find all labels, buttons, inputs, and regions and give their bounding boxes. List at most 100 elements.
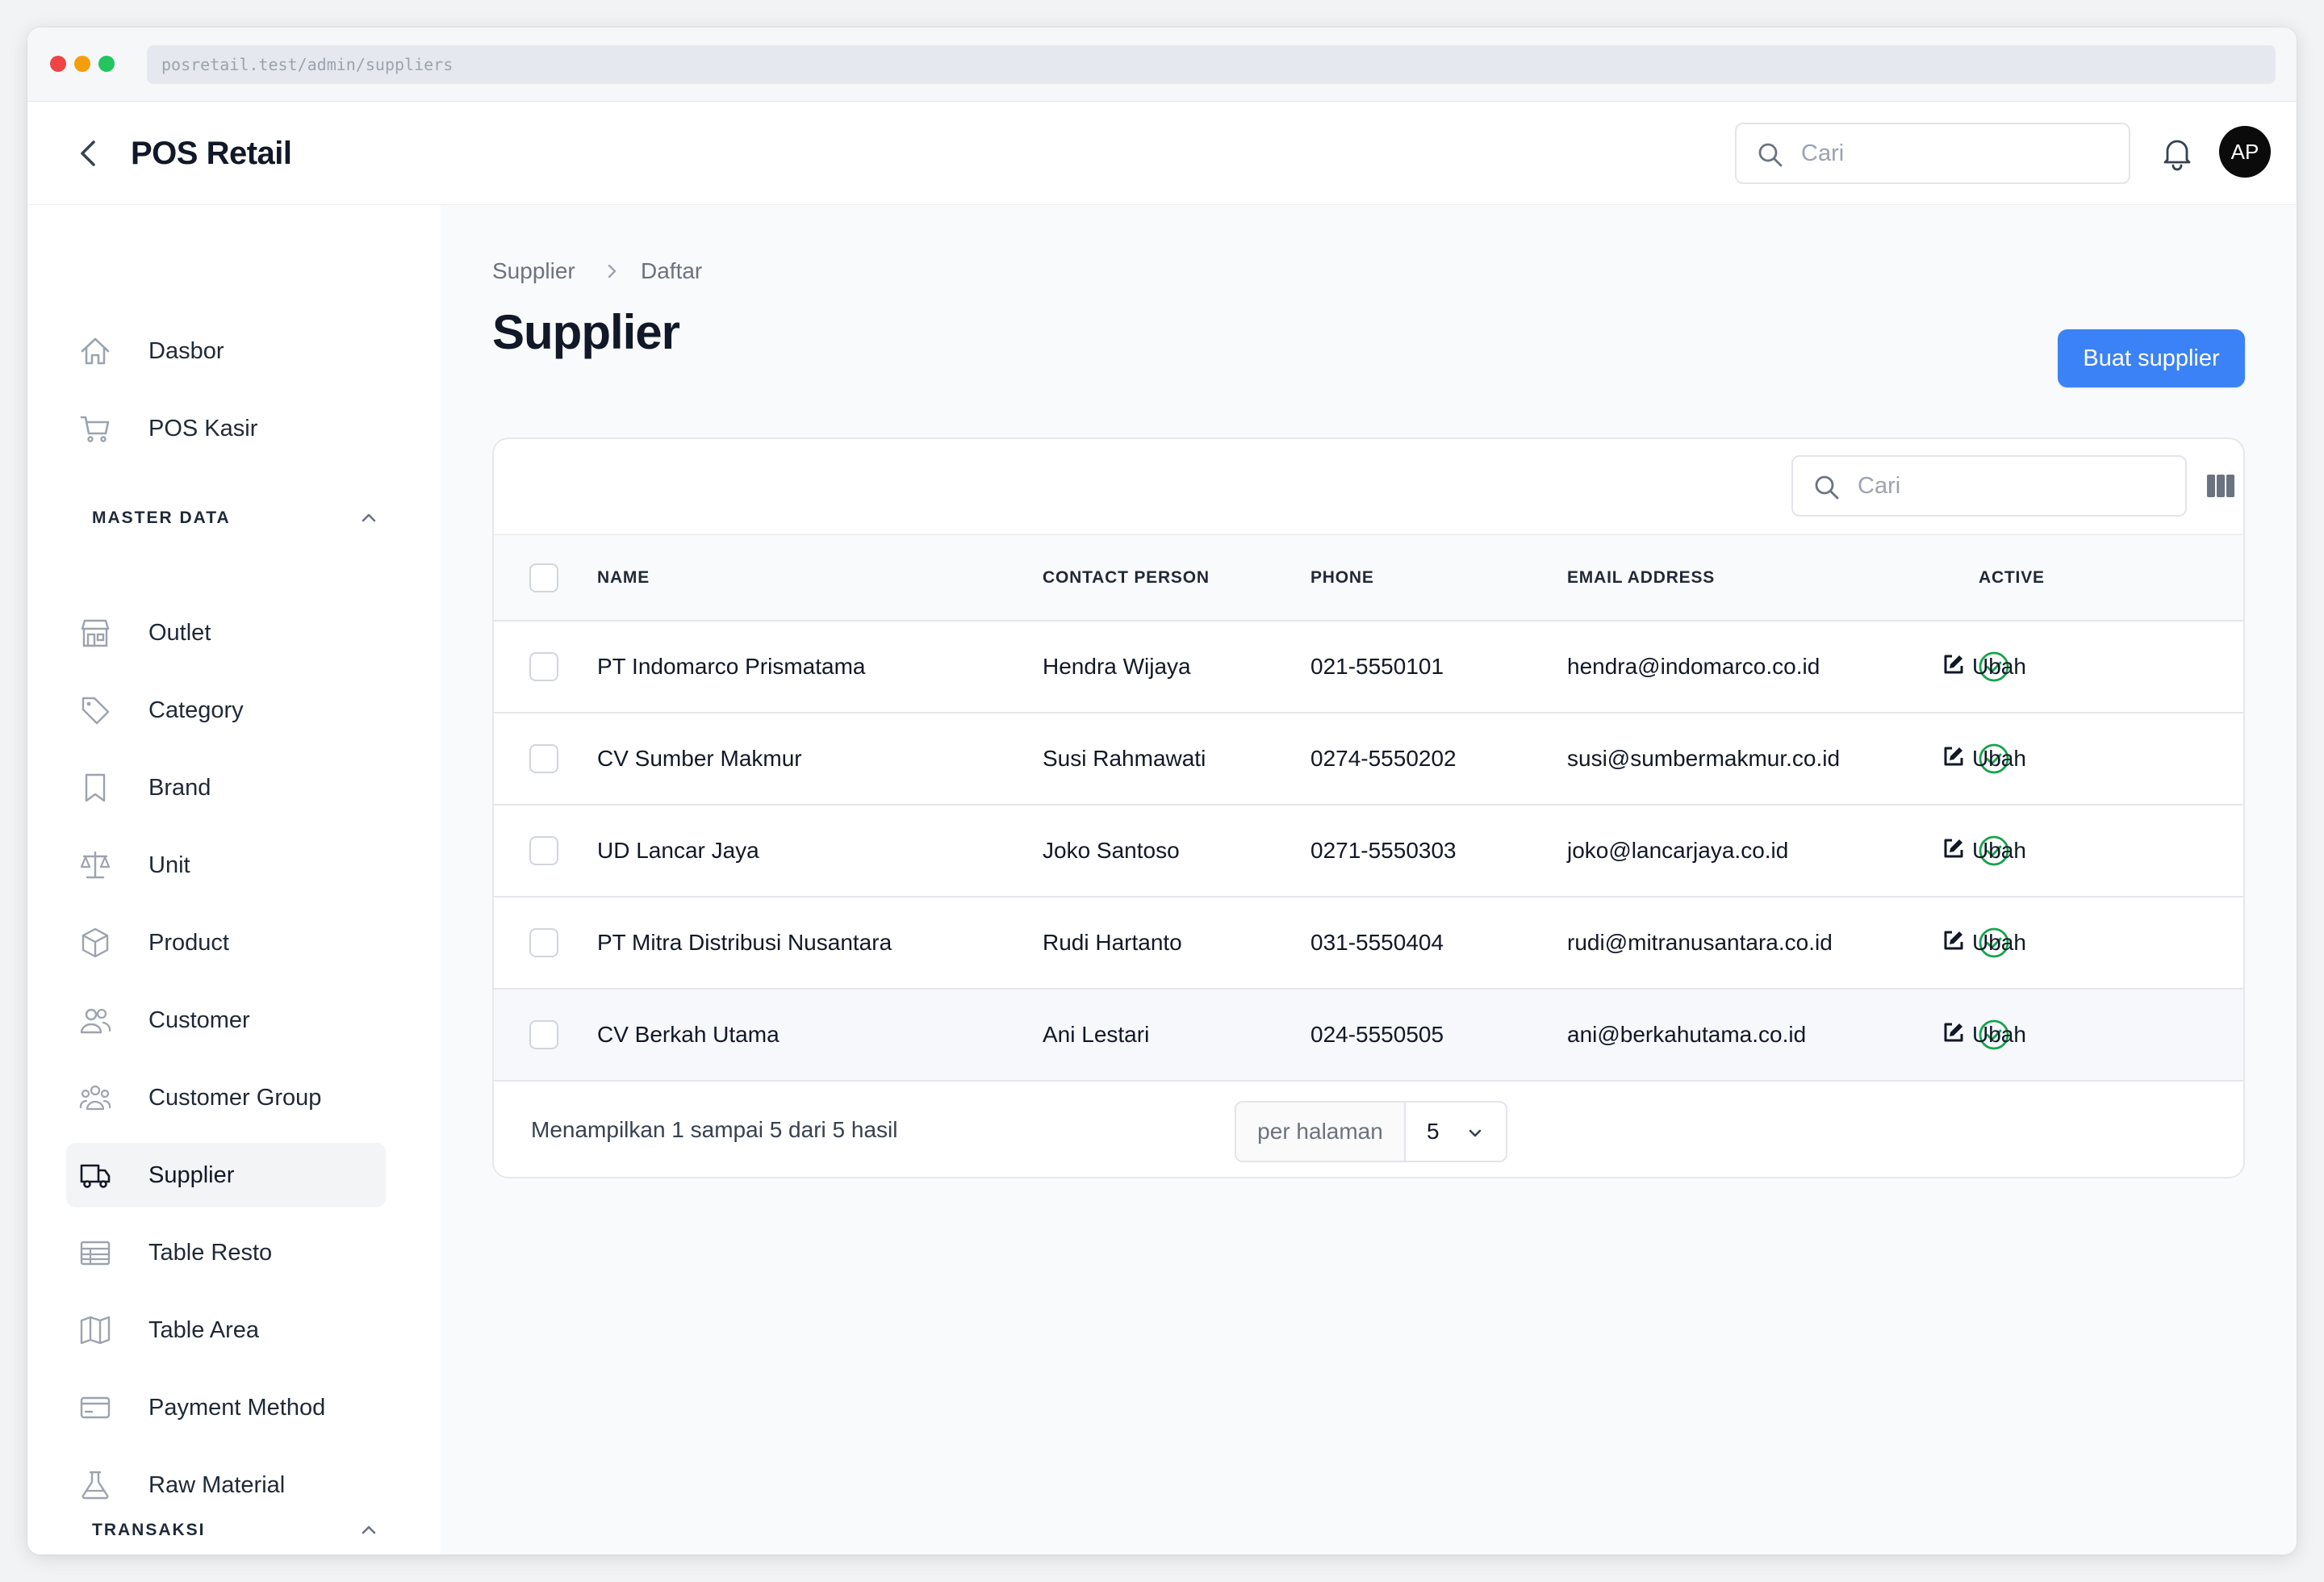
table-row[interactable]: CV Sumber Makmur Susi Rahmawati 0274-555… [494,714,2243,806]
sidebar-item-customer[interactable]: Customer [66,988,386,1053]
user-avatar[interactable]: AP [2219,126,2271,178]
chevron-up-icon[interactable] [357,1517,381,1546]
sidebar-item-label: Outlet [148,620,211,646]
table-footer: Menampilkan 1 sampai 5 dari 5 hasil per … [494,1082,2243,1177]
browser-chrome: posretail.test/admin/suppliers [27,27,2297,102]
sidebar-item-customer-group[interactable]: Customer Group [66,1065,386,1130]
row-checkbox[interactable] [529,652,558,681]
sidebar-item-category[interactable]: Category [66,678,386,743]
pagination-summary: Menampilkan 1 sampai 5 dari 5 hasil [531,1117,898,1142]
cell-contact-person: Hendra Wijaya [1043,654,1191,679]
sidebar-item-label: Customer [148,1007,250,1033]
sidebar-item-dasbor[interactable]: Dasbor [66,319,386,383]
row-checkbox[interactable] [529,836,558,865]
cell-email: rudi@mitranusantara.co.id [1567,930,1833,955]
edit-label: Ubah [1972,654,2026,679]
search-icon [1756,140,1785,174]
cell-email: susi@sumbermakmur.co.id [1567,746,1841,771]
sidebar-item-pos-kasir[interactable]: POS Kasir [66,396,386,461]
sidebar-item-table-area[interactable]: Table Area [66,1298,386,1362]
edit-link[interactable]: Ubah [1942,990,2037,1080]
search-placeholder: Cari [1801,140,1845,166]
cell-name: UD Lancar Jaya [597,838,759,863]
cell-contact-person: Ani Lestari [1043,1022,1150,1047]
sidebar-item-payment-method[interactable]: Payment Method [66,1375,386,1440]
sidebar-item-outlet[interactable]: Outlet [66,601,386,665]
credit-card-icon [79,1392,111,1424]
global-search-input[interactable]: Cari [1735,123,2130,184]
map-icon [79,1314,111,1346]
per-page-label: per halaman [1236,1103,1406,1161]
breadcrumb-daftar: Daftar [641,258,703,283]
back-chevron-icon[interactable] [68,132,110,174]
cell-contact-person: Susi Rahmawati [1043,746,1206,771]
row-checkbox[interactable] [529,744,558,773]
column-header-contact-person[interactable]: CONTACT PERSON [1043,535,1210,621]
maximize-window-dot[interactable] [98,56,115,72]
edit-icon [1942,1020,1966,1048]
table-row[interactable]: PT Mitra Distribusi Nusantara Rudi Harta… [494,898,2243,990]
suppliers-table-card: Cari NAME CONTACT PERSON PHONE EMAIL ADD… [492,437,2245,1178]
cell-name: CV Berkah Utama [597,1022,780,1047]
sidebar-item-table-resto[interactable]: Table Resto [66,1220,386,1285]
close-window-dot[interactable] [50,56,66,72]
sidebar-item-label: Product [148,930,229,956]
column-header-name[interactable]: NAME [597,535,650,621]
edit-label: Ubah [1972,930,2026,955]
truck-icon [79,1159,111,1191]
breadcrumb-supplier[interactable]: Supplier [492,255,575,287]
edit-label: Ubah [1972,838,2026,863]
sidebar-item-unit[interactable]: Unit [66,833,386,898]
table-search-input[interactable]: Cari [1791,455,2187,517]
column-header-active[interactable]: ACTIVE [1979,535,2045,621]
cart-icon [79,412,111,445]
row-checkbox[interactable] [529,1020,558,1049]
app-brand[interactable]: POS Retail [131,132,292,174]
store-icon [79,617,111,649]
address-bar[interactable]: posretail.test/admin/suppliers [147,45,2276,84]
chevron-right-icon [602,262,621,285]
table-row[interactable]: UD Lancar Jaya Joko Santoso 0271-5550303… [494,806,2243,898]
sidebar-item-label: Customer Group [148,1085,322,1111]
page-title: Supplier [492,305,680,359]
column-header-phone[interactable]: PHONE [1310,535,1374,621]
sidebar-item-raw-material[interactable]: Raw Material [66,1453,386,1517]
bookmark-icon [79,772,111,804]
per-page-value: 5 [1427,1119,1440,1144]
cell-phone: 021-5550101 [1310,654,1444,679]
table-header: NAME CONTACT PERSON PHONE EMAIL ADDRESS … [494,534,2243,622]
edit-label: Ubah [1972,1022,2026,1047]
sidebar-item-product[interactable]: Product [66,910,386,975]
bell-icon[interactable] [2156,132,2198,178]
minimize-window-dot[interactable] [74,56,90,72]
cell-name: PT Mitra Distribusi Nusantara [597,930,892,955]
chevron-up-icon[interactable] [357,505,381,534]
section-heading-transaksi: TRANSAKSI [92,1521,206,1539]
section-heading-master-data: MASTER DATA [92,508,231,527]
column-header-email[interactable]: EMAIL ADDRESS [1567,535,1715,621]
select-all-checkbox[interactable] [529,563,558,592]
cell-phone: 024-5550505 [1310,1022,1444,1047]
edit-link[interactable]: Ubah [1942,714,2037,804]
tag-icon [79,694,111,726]
create-supplier-button[interactable]: Buat supplier [2058,329,2245,387]
search-placeholder: Cari [1858,473,1901,499]
edit-link[interactable]: Ubah [1942,622,2037,712]
sidebar-item-supplier[interactable]: Supplier [66,1143,386,1207]
row-checkbox[interactable] [529,928,558,957]
columns-toggle-icon[interactable] [2205,470,2237,506]
sidebar-item-label: Dasbor [148,338,224,364]
browser-window: posretail.test/admin/suppliers POS Retai… [27,27,2297,1555]
table-row[interactable]: PT Indomarco Prismatama Hendra Wijaya 02… [494,622,2243,714]
cell-name: PT Indomarco Prismatama [597,654,866,679]
cell-contact-person: Rudi Hartanto [1043,930,1182,955]
table-row[interactable]: CV Berkah Utama Ani Lestari 024-5550505 … [494,990,2243,1082]
cell-contact-person: Joko Santoso [1043,838,1180,863]
sidebar-item-label: Table Area [148,1317,260,1343]
edit-link[interactable]: Ubah [1942,898,2037,988]
sidebar-item-brand[interactable]: Brand [66,755,386,820]
home-icon [79,335,111,367]
per-page-select[interactable]: per halaman 5 [1235,1101,1507,1162]
cell-phone: 0274-5550202 [1310,746,1457,771]
edit-link[interactable]: Ubah [1942,806,2037,896]
